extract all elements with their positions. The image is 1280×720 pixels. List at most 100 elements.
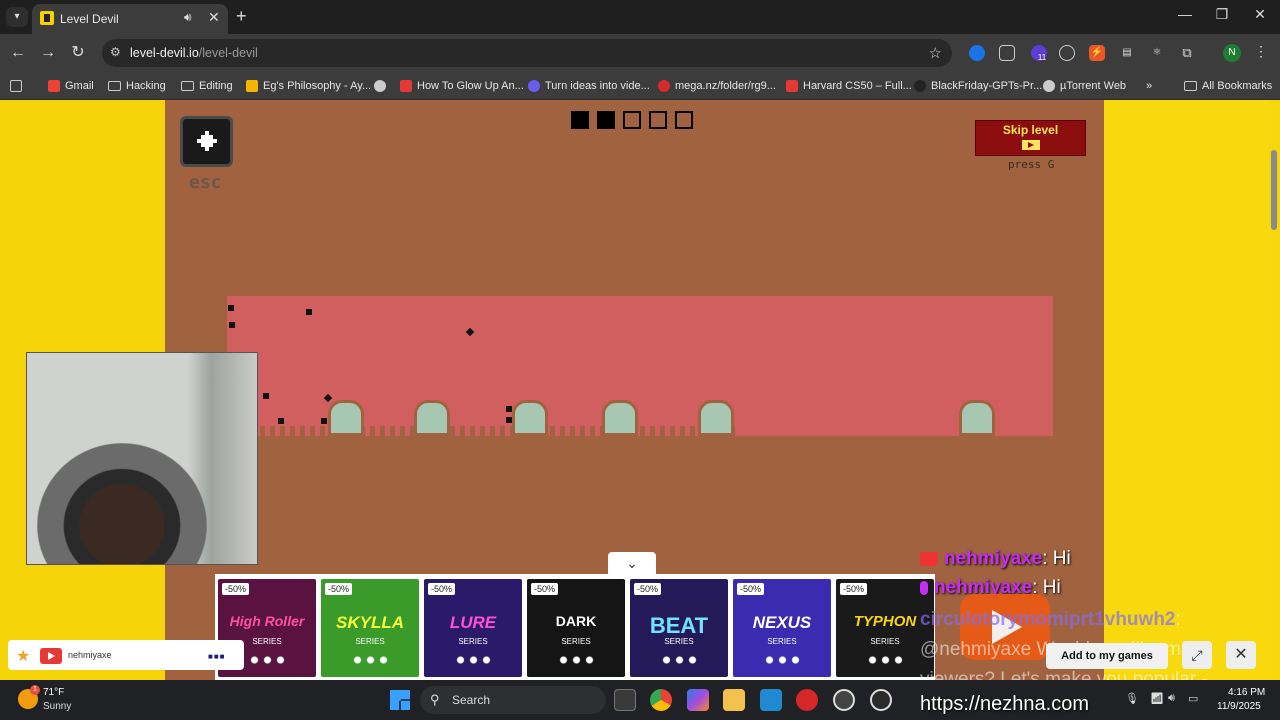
bookmark-philosophy[interactable]: Eg's Philosophy - Ay... — [246, 78, 371, 94]
tab-search-button[interactable]: ▾ — [6, 7, 28, 27]
bookmark-gmail[interactable]: Gmail — [48, 78, 94, 94]
folder-icon — [108, 81, 121, 91]
ad-subtitle: SERIES — [664, 637, 694, 646]
reload-button[interactable]: ↻ — [67, 42, 89, 64]
extension-badge-count: 11 — [1037, 53, 1047, 62]
bookmark-globe[interactable] — [374, 78, 386, 94]
close-tab-icon[interactable]: ✕ — [208, 9, 220, 26]
floor-edge — [740, 436, 1053, 442]
mic-tray-icon[interactable]: 🎙︎ — [1125, 692, 1139, 705]
bookmark-label: How To Glow Up An... — [417, 80, 524, 92]
weather-temp[interactable]: 71°F — [43, 687, 64, 698]
back-button[interactable]: ← — [7, 42, 29, 64]
new-tab-button[interactable]: + — [236, 6, 247, 27]
ad-card[interactable]: -50% SKYLLA SERIES — [321, 579, 419, 677]
search-icon: ⚲ — [430, 692, 440, 707]
streamer-video — [37, 443, 207, 564]
menu-button[interactable] — [180, 116, 233, 167]
close-icon[interactable]: ✕ — [1226, 641, 1256, 669]
add-to-my-games-button[interactable]: Add to my games — [1046, 643, 1168, 669]
ad-dots — [763, 655, 803, 665]
debris-particle — [278, 418, 284, 424]
extension-cast-icon[interactable]: ▤ — [1119, 45, 1135, 61]
weather-condition[interactable]: Sunny — [43, 701, 71, 712]
camera-icon — [920, 551, 938, 566]
ad-card[interactable]: -50% DARK SERIES — [527, 579, 625, 677]
extension-trash-icon[interactable] — [999, 45, 1015, 61]
more-bookmarks-chevron-icon[interactable]: » — [1146, 78, 1152, 94]
bookmark-mega[interactable]: mega.nz/folder/rg9... — [658, 78, 776, 94]
bookmark-blackfriday[interactable]: BlackFriday-GPTs-Pr... — [914, 78, 1042, 94]
ad-card[interactable]: -50% LURE SERIES — [424, 579, 522, 677]
profile-avatar[interactable]: N — [1223, 44, 1241, 62]
minimize-button[interactable]: — — [1170, 6, 1200, 22]
webcam-overlay — [26, 352, 258, 565]
task-view-icon[interactable] — [614, 689, 636, 711]
copilot-icon[interactable] — [687, 689, 709, 711]
site-info-icon[interactable]: ⚙ — [110, 45, 121, 59]
clock-time[interactable]: 4:16 PM — [1228, 687, 1265, 698]
bookmark-label: All Bookmarks — [1202, 80, 1273, 92]
extension-bolt-icon[interactable]: ⚡ — [1089, 45, 1105, 61]
forward-button[interactable]: → — [37, 42, 59, 64]
ad-title: LURE — [449, 613, 497, 632]
address-bar[interactable]: ⚙ level-devil.io/level-devil ☆ — [102, 39, 952, 67]
more-menu-icon[interactable]: ⋮ — [1254, 43, 1268, 60]
level-devil-favicon-icon — [40, 11, 54, 25]
ad-title: High Roller — [229, 613, 305, 629]
battery-icon[interactable]: ▭ — [1188, 692, 1198, 705]
esc-label: esc — [189, 172, 222, 193]
maximize-button[interactable]: ❐ — [1207, 6, 1237, 23]
youtube-icon — [400, 80, 412, 92]
bookmark-label: Gmail — [65, 80, 94, 92]
wifi-icon[interactable]: 📶︎ — [1150, 692, 1164, 705]
globe-icon — [374, 80, 386, 92]
clock-date[interactable]: 11/9/2025 — [1217, 701, 1261, 712]
bookmark-ideas-video[interactable]: Turn ideas into vide... — [528, 78, 650, 94]
extension-badge-icon[interactable]: 11 — [1031, 45, 1047, 62]
file-explorer-icon[interactable] — [723, 689, 745, 711]
scrollbar-thumb[interactable] — [1271, 150, 1277, 230]
search-label: Search — [452, 693, 491, 707]
extension-shazam-icon[interactable] — [969, 45, 985, 61]
door-tile — [602, 400, 638, 436]
vscode-icon[interactable] — [760, 689, 782, 711]
extension-react-icon[interactable]: ⚛ — [1149, 45, 1165, 61]
taskbar-search[interactable]: ⚲ Search — [420, 686, 606, 714]
extensions-puzzle-icon[interactable]: ⧉ — [1179, 45, 1195, 61]
chrome-icon[interactable] — [650, 689, 672, 711]
bookmark-editing-folder[interactable]: Editing — [181, 78, 233, 94]
bookmark-label: Hacking — [126, 80, 166, 92]
chat-text: : Hi — [1042, 548, 1071, 569]
bookmark-utorrent[interactable]: µTorrent Web — [1043, 78, 1126, 94]
all-bookmarks-folder[interactable]: All Bookmarks — [1184, 78, 1272, 94]
ad-card[interactable]: -50% BEAT SERIES — [630, 579, 728, 677]
speaker-icon[interactable]: 🔊︎ — [184, 10, 192, 25]
obs-icon[interactable] — [833, 689, 855, 711]
apps-grid-icon[interactable] — [10, 78, 22, 94]
collapse-ads-chevron-icon[interactable]: ⌄ — [608, 552, 656, 574]
fullscreen-icon[interactable]: ⤢ — [1182, 641, 1212, 669]
bookmark-star-icon[interactable]: ☆ — [929, 44, 942, 62]
bookmark-label: µTorrent Web — [1060, 80, 1127, 92]
skip-level-button[interactable]: Skip level — [975, 120, 1086, 156]
bookmark-cs50[interactable]: Harvard CS50 – Full... — [786, 78, 912, 94]
steam-icon[interactable] — [870, 689, 892, 711]
windows-start-icon[interactable] — [390, 690, 410, 710]
ad-title: BEAT — [649, 613, 709, 638]
chat-username: circulotorymomiprt1vhuwh2 — [920, 609, 1176, 630]
url-text[interactable]: level-devil.io/level-devil — [130, 46, 258, 60]
bookmark-label: Harvard CS50 – Full... — [803, 80, 912, 92]
ad-subtitle: SERIES — [355, 637, 385, 646]
ad-card[interactable]: -50% NEXUS SERIES — [733, 579, 831, 677]
bookmark-glow-up[interactable]: How To Glow Up An... — [400, 78, 524, 94]
extension-ghost-icon[interactable] — [1059, 45, 1075, 61]
ai-icon — [528, 80, 540, 92]
tab-level-devil[interactable]: Level Devil 🔊︎ ✕ — [32, 4, 228, 34]
creative-cloud-icon[interactable] — [796, 689, 818, 711]
volume-icon[interactable]: 🔊︎ — [1168, 692, 1175, 705]
ad-title: DARK — [555, 613, 597, 629]
close-window-button[interactable]: ✕ — [1245, 6, 1275, 23]
bookmark-hacking-folder[interactable]: Hacking — [108, 78, 166, 94]
mic-icon — [920, 580, 928, 595]
